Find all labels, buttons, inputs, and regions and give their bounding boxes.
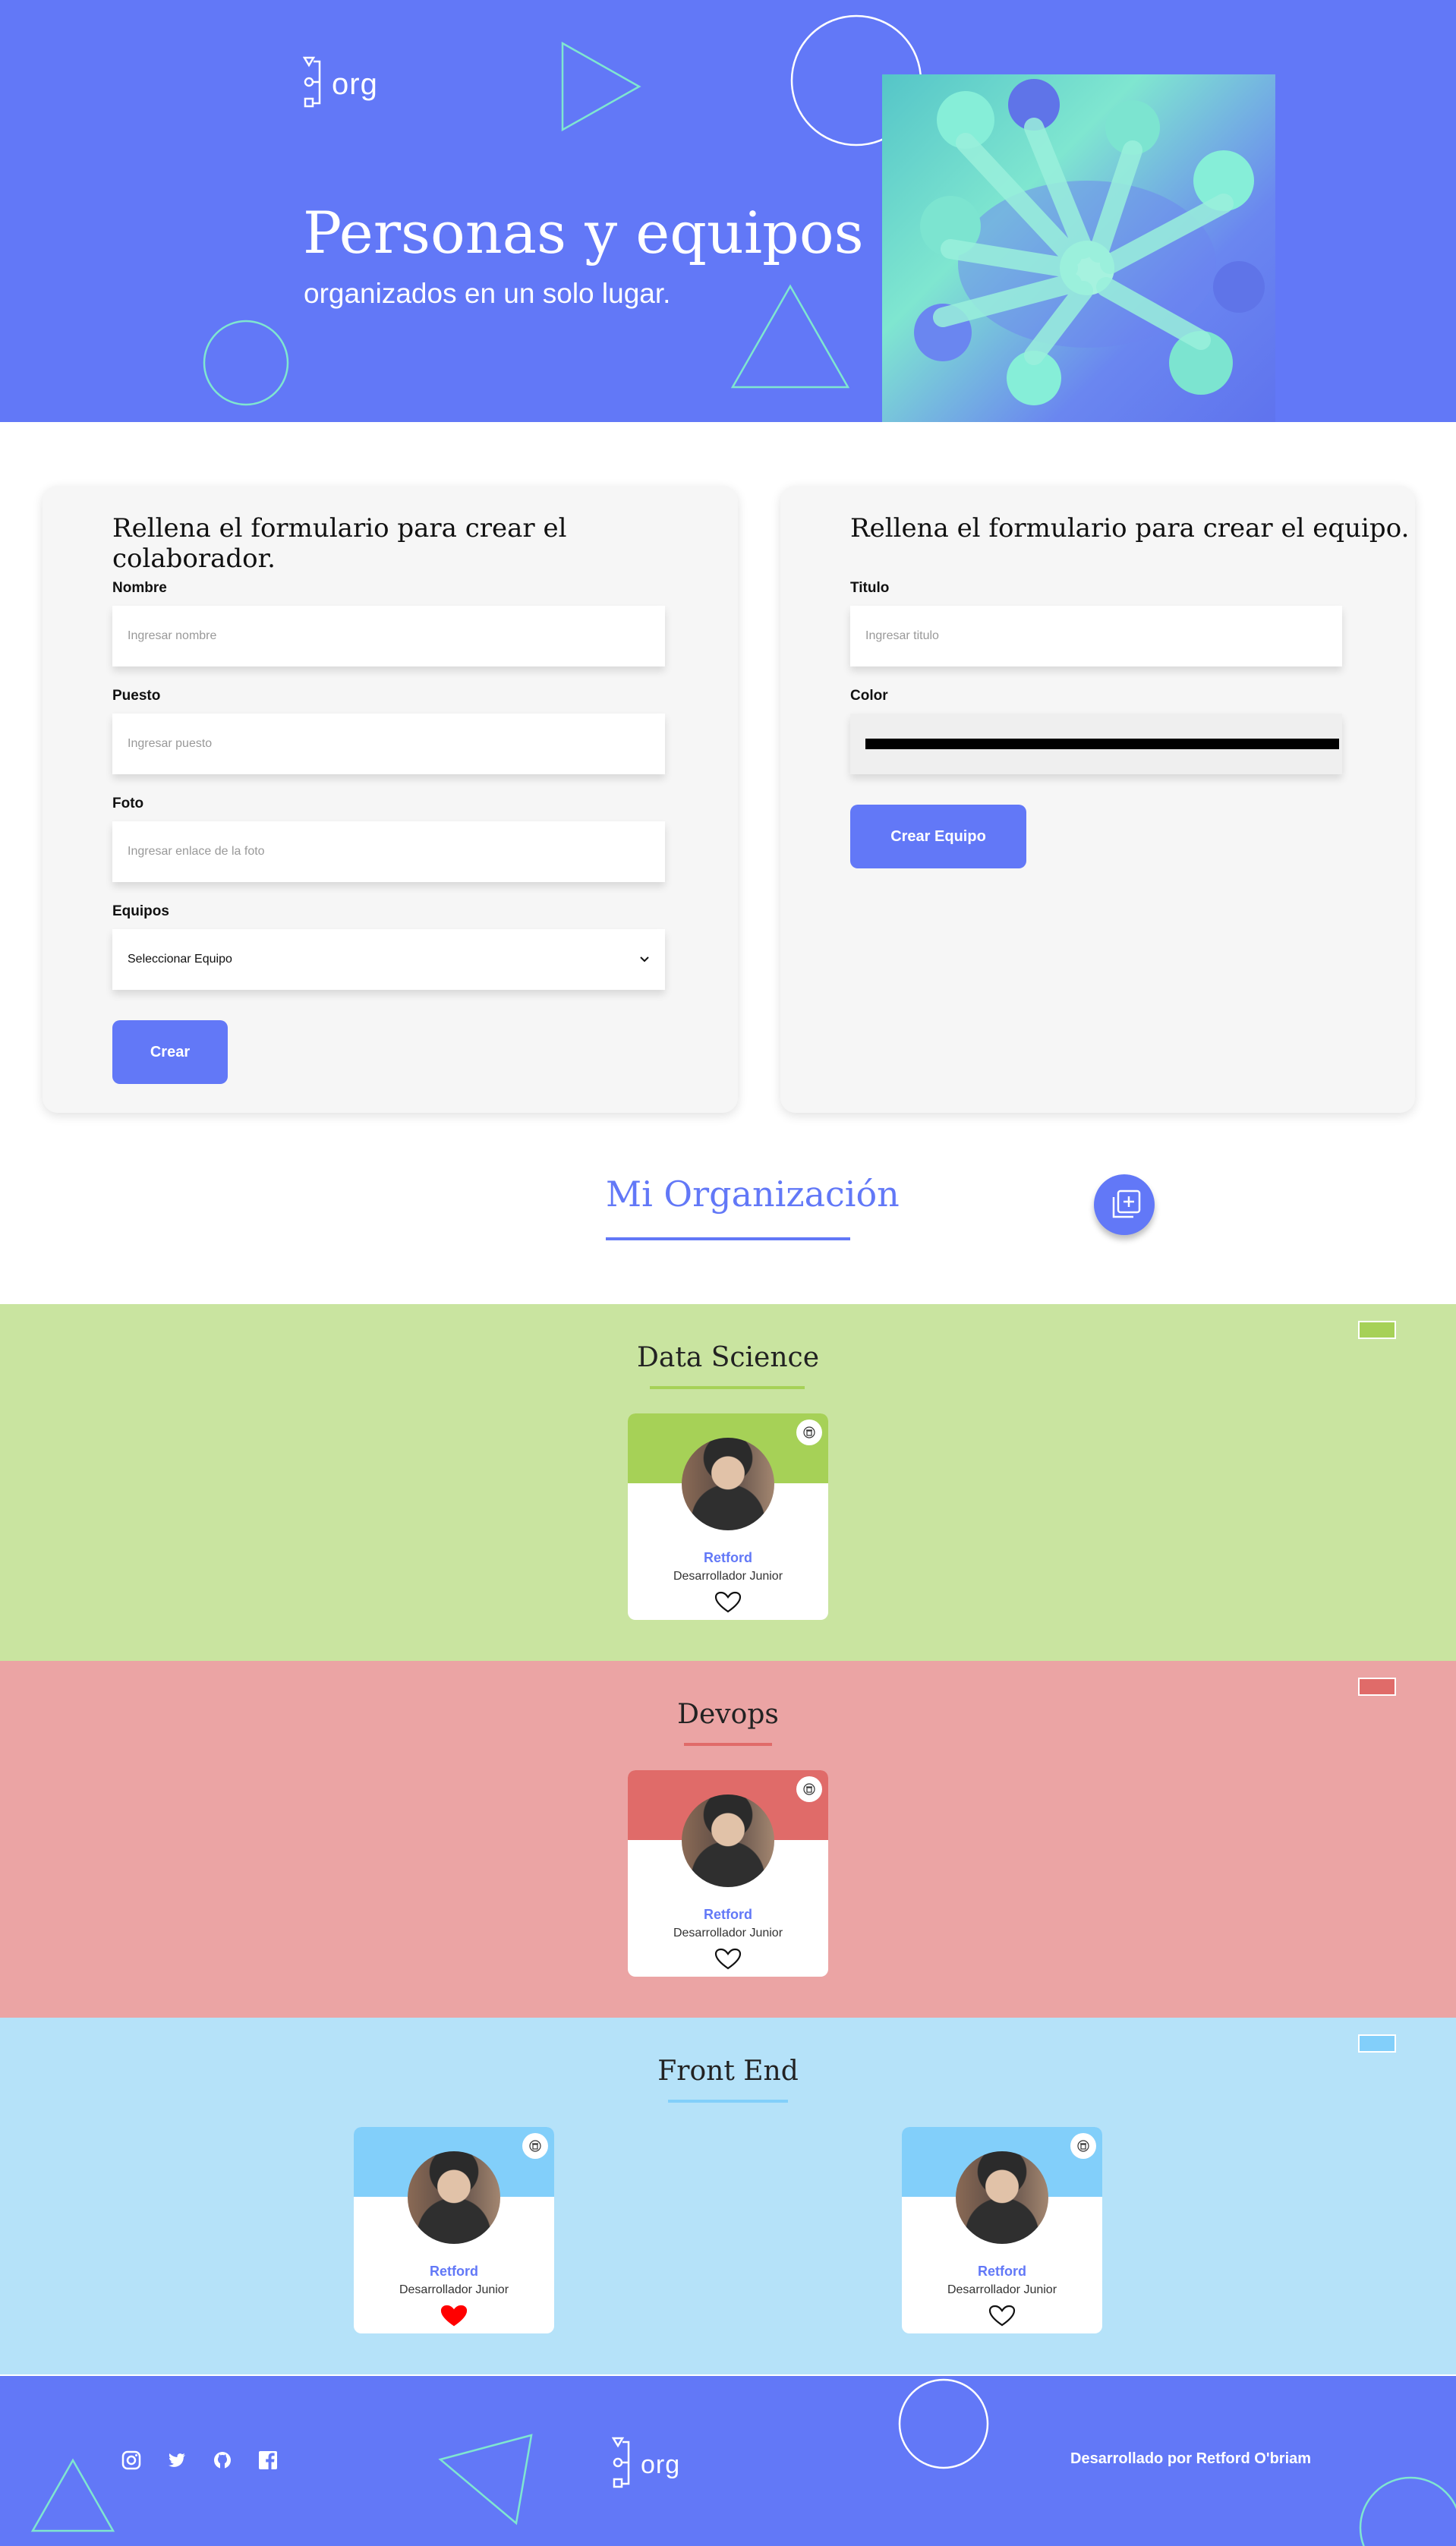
toggle-form-button[interactable] [1094, 1174, 1155, 1235]
team-underline [684, 1743, 772, 1746]
footer: org Desarrollado por Retford O'briam [0, 2376, 1456, 2546]
team-color-input[interactable] [1358, 2034, 1396, 2053]
team-select-value: Seleccionar Equipo [128, 953, 232, 966]
create-collaborator-button[interactable]: Crear [112, 1020, 228, 1084]
collaborator-role: Desarrollador Junior [673, 1570, 783, 1583]
delete-collaborator-button[interactable] [796, 1776, 822, 1802]
collaborator-name: Retford [704, 1907, 752, 1922]
color-label: Color [850, 688, 888, 704]
delete-collaborator-button[interactable] [796, 1420, 822, 1445]
add-layers-icon [1112, 1189, 1141, 1218]
avatar [408, 2151, 500, 2244]
name-input[interactable]: Ingresar nombre [112, 606, 665, 666]
circle-deco-icon [1359, 2476, 1456, 2546]
triangle-deco-icon [30, 2458, 115, 2532]
hero-subtitle: organizados en un solo lugar. [304, 278, 671, 309]
instagram-icon[interactable] [121, 2450, 141, 2470]
hero-team-photo [882, 74, 1275, 422]
title-input[interactable]: Ingresar titulo [850, 606, 1342, 666]
chevron-down-icon [640, 956, 649, 963]
header-banner: org Personas y equipos organizados en un… [0, 0, 1456, 422]
organization-title: Mi Organización [606, 1174, 900, 1215]
organization-underline [606, 1237, 850, 1240]
footer-logo: org [612, 2435, 680, 2494]
name-label: Nombre [112, 580, 167, 596]
delete-collaborator-button[interactable] [1070, 2133, 1096, 2159]
github-icon[interactable] [213, 2450, 232, 2470]
collaborator-card: Retford Desarrollador Junior [354, 2127, 554, 2333]
heart-outline-icon[interactable] [714, 1948, 742, 1971]
heart-filled-icon[interactable] [440, 2305, 468, 2327]
color-picker[interactable] [850, 714, 1342, 774]
title-label: Titulo [850, 580, 890, 596]
collaborator-name: Retford [978, 2264, 1026, 2279]
triangle-deco-icon [561, 41, 641, 132]
logo-text: org [641, 2450, 681, 2479]
collaborator-name: Retford [430, 2264, 478, 2279]
circle-deco-icon [898, 2378, 989, 2469]
avatar [682, 1438, 774, 1530]
team-form: Rellena el formulario para crear el equi… [780, 486, 1415, 1113]
role-label: Puesto [112, 688, 161, 704]
trash-icon [803, 1426, 815, 1438]
team-title: Data Science [637, 1342, 819, 1373]
heart-outline-icon[interactable] [714, 1591, 742, 1614]
circle-deco-icon [203, 320, 289, 406]
team-color-input[interactable] [1358, 1678, 1396, 1696]
triangle-deco-icon [730, 284, 850, 389]
team-title: Front End [657, 2056, 799, 2087]
team-form-heading: Rellena el formulario para crear el equi… [850, 513, 1410, 544]
triangle-deco-icon [438, 2434, 533, 2526]
team-section-devops: Devops Retford Desarrollador Junior [0, 1661, 1456, 2018]
footer-credits: Desarrollado por Retford O'briam [1070, 2450, 1312, 2467]
collaborator-name: Retford [704, 1550, 752, 1565]
color-swatch [865, 739, 1339, 749]
collaborator-role: Desarrollador Junior [673, 1927, 783, 1939]
role-input[interactable]: Ingresar puesto [112, 714, 665, 774]
collaborator-card: Retford Desarrollador Junior [902, 2127, 1102, 2333]
logo-mark-icon [612, 2437, 630, 2488]
twitter-icon[interactable] [167, 2450, 187, 2470]
team-section-data-science: Data Science Retford Desarrollador Junio… [0, 1304, 1456, 1661]
photo-input[interactable]: Ingresar enlace de la foto [112, 821, 665, 882]
collaborator-role: Desarrollador Junior [399, 2283, 509, 2296]
trash-icon [803, 1783, 815, 1795]
collaborator-card: Retford Desarrollador Junior [628, 1770, 828, 1977]
team-label: Equipos [112, 903, 169, 919]
collaborator-card: Retford Desarrollador Junior [628, 1413, 828, 1620]
photo-label: Foto [112, 796, 144, 811]
avatar [956, 2151, 1048, 2244]
team-title: Devops [677, 1699, 779, 1730]
avatar [682, 1794, 774, 1887]
hero-title: Personas y equipos [303, 199, 864, 266]
facebook-icon[interactable] [258, 2450, 278, 2470]
collaborator-role: Desarrollador Junior [947, 2283, 1057, 2296]
logo-mark-icon [303, 56, 321, 108]
team-underline [650, 1386, 805, 1389]
logo-text: org [332, 67, 378, 101]
team-color-input[interactable] [1358, 1321, 1396, 1339]
team-select[interactable]: Seleccionar Equipo [112, 929, 665, 990]
team-section-front-end: Front End Retford Desarrollador Junior R… [0, 2018, 1456, 2374]
collaborator-form: Rellena el formulario para crear el cola… [43, 486, 738, 1113]
create-team-button[interactable]: Crear Equipo [850, 805, 1026, 868]
collaborator-form-heading: Rellena el formulario para crear el cola… [112, 513, 567, 574]
trash-icon [1077, 2140, 1089, 2152]
trash-icon [529, 2140, 541, 2152]
team-underline [668, 2100, 788, 2103]
header-logo: org [303, 55, 378, 114]
delete-collaborator-button[interactable] [522, 2133, 548, 2159]
heart-outline-icon[interactable] [988, 2305, 1016, 2327]
